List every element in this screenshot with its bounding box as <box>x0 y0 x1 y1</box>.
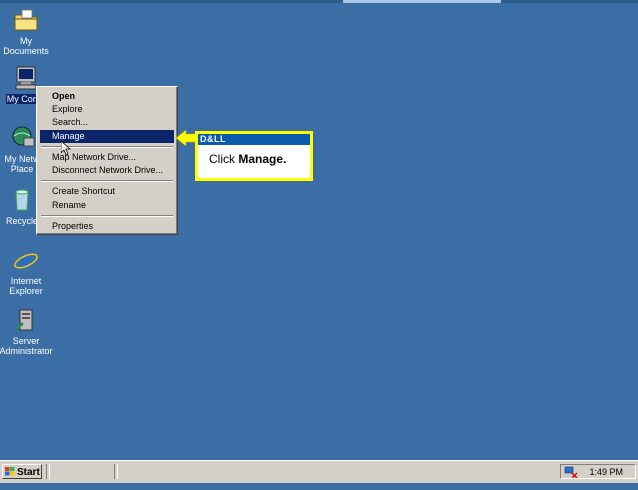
taskbar-grip[interactable] <box>114 464 118 479</box>
desktop-icon-my-documents[interactable]: My Documents <box>0 6 55 56</box>
menu-item-properties[interactable]: Properties <box>40 220 174 233</box>
menu-item-search[interactable]: Search... <box>40 116 174 129</box>
callout-header: D&LL <box>198 134 310 145</box>
top-strip <box>0 0 638 3</box>
menu-item-rename[interactable]: Rename <box>40 199 174 212</box>
server-admin-icon <box>16 309 33 331</box>
desktop: My Documents My Comp My Netw Place Recyc… <box>0 0 638 490</box>
start-button[interactable]: Start <box>2 464 42 479</box>
callout-action: Manage. <box>238 152 287 166</box>
desktop-icon-server-administrator[interactable]: Server Administrator <box>0 306 55 356</box>
menu-separator <box>41 180 173 182</box>
desktop-icon-internet-explorer[interactable]: e Internet Explorer <box>0 246 55 296</box>
menu-separator <box>41 215 173 217</box>
dell-logo: D&LL <box>200 134 226 144</box>
taskbar: Start 1:49 PM <box>0 460 638 490</box>
desktop-icon-label: Internet Explorer <box>9 276 43 296</box>
start-label: Start <box>17 467 40 478</box>
clock[interactable]: 1:49 PM <box>589 465 623 479</box>
folder-icon <box>14 9 38 31</box>
svg-text:e: e <box>21 248 32 274</box>
instruction-callout: D&LL Click Manage. <box>195 131 313 181</box>
menu-item-open[interactable]: Open <box>40 90 174 103</box>
internet-explorer-icon: e <box>14 248 38 274</box>
system-tray: 1:49 PM <box>560 464 636 479</box>
menu-item-create-shortcut[interactable]: Create Shortcut <box>40 185 174 198</box>
network-icon <box>12 126 35 147</box>
desktop-icon-label: Server Administrator <box>0 336 53 356</box>
context-menu: Open Explore Search... Manage Map Networ… <box>36 86 178 235</box>
callout-prefix: Click <box>209 152 239 166</box>
taskbar-bottom-strip <box>0 483 638 490</box>
mouse-cursor-icon <box>61 141 71 156</box>
network-status-icon[interactable] <box>564 466 578 478</box>
desktop-icon-label: My Documents <box>3 36 49 56</box>
callout-message: Click Manage. <box>209 152 286 166</box>
windows-flag-icon <box>5 467 15 476</box>
menu-item-explore[interactable]: Explore <box>40 103 174 116</box>
quicklaunch-grip[interactable] <box>46 464 50 479</box>
menu-item-disconnect-network-drive[interactable]: Disconnect Network Drive... <box>40 164 174 177</box>
recycle-bin-icon <box>15 189 29 211</box>
